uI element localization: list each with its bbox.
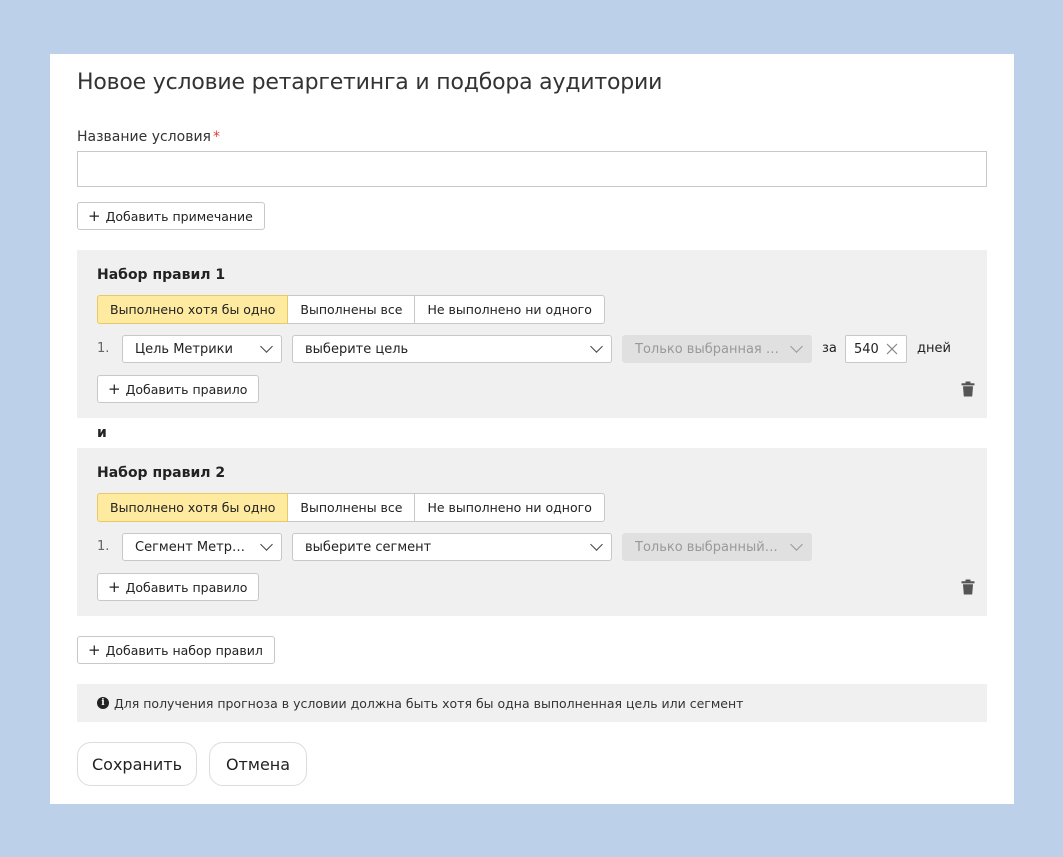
- mode-all-button[interactable]: Выполнены все: [287, 493, 416, 522]
- ruleset-1: Набор правил 1 Выполнено хотя бы одно Вы…: [77, 250, 987, 418]
- dialog-title: Новое условие ретаргетинга и подбора ауд…: [77, 70, 663, 95]
- plus-icon: +: [108, 379, 121, 398]
- ruleset-mode-switch: Выполнено хотя бы одно Выполнены все Не …: [97, 493, 605, 522]
- info-icon: i: [97, 697, 109, 709]
- add-ruleset-button[interactable]: + Добавить набор правил: [77, 636, 275, 664]
- chevron-down-icon: [590, 538, 603, 551]
- info-text: Для получения прогноза в условии должна …: [114, 695, 744, 711]
- condition-name-input[interactable]: [77, 151, 987, 187]
- chevron-down-icon: [790, 340, 803, 353]
- ruleset-mode-switch: Выполнено хотя бы одно Выполнены все Не …: [97, 295, 605, 324]
- add-rule-button[interactable]: + Добавить правило: [97, 573, 260, 601]
- add-note-button[interactable]: + Добавить примечание: [77, 202, 265, 230]
- ruleset-title: Набор правил 1: [97, 267, 226, 283]
- rule-type-select[interactable]: Сегмент Метрики: [122, 533, 282, 561]
- rule-row: 1. Цель Метрики выберите цель Только выб…: [97, 335, 967, 363]
- required-mark: *: [212, 129, 220, 145]
- mode-none-button[interactable]: Не выполнено ни одного: [414, 493, 605, 522]
- retargeting-dialog: Новое условие ретаргетинга и подбора ауд…: [50, 54, 1014, 804]
- ruleset-title: Набор правил 2: [97, 465, 226, 481]
- trash-icon[interactable]: [961, 381, 975, 397]
- goal-scope-select: Только выбранная цель: [622, 335, 812, 363]
- mode-all-button[interactable]: Выполнены все: [287, 295, 416, 324]
- cancel-button[interactable]: Отмена: [209, 742, 307, 786]
- condition-name-label: Название условия *: [77, 129, 220, 145]
- rule-row: 1. Сегмент Метрики выберите сегмент Толь…: [97, 533, 967, 561]
- mode-any-button[interactable]: Выполнено хотя бы одно: [97, 493, 289, 522]
- forecast-info-box: i Для получения прогноза в условии должн…: [77, 684, 987, 722]
- rule-number: 1.: [97, 539, 110, 554]
- chevron-down-icon: [260, 340, 273, 353]
- and-connector: и: [97, 425, 107, 441]
- save-button[interactable]: Сохранить: [77, 742, 197, 786]
- plus-icon: +: [108, 577, 121, 596]
- chevron-down-icon: [790, 538, 803, 551]
- rule-number: 1.: [97, 341, 110, 356]
- period-suffix: дней: [917, 341, 951, 356]
- add-rule-button[interactable]: + Добавить правило: [97, 375, 260, 403]
- rule-type-select[interactable]: Цель Метрики: [122, 335, 282, 363]
- mode-none-button[interactable]: Не выполнено ни одного: [414, 295, 605, 324]
- segment-scope-select: Только выбранный сег...: [622, 533, 812, 561]
- ruleset-2: Набор правил 2 Выполнено хотя бы одно Вы…: [77, 448, 987, 616]
- goal-select[interactable]: выберите цель: [292, 335, 612, 363]
- segment-select[interactable]: выберите сегмент: [292, 533, 612, 561]
- chevron-down-icon: [260, 538, 273, 551]
- close-icon[interactable]: [886, 343, 898, 355]
- period-prefix: за: [822, 341, 837, 356]
- plus-icon: +: [88, 206, 101, 225]
- period-days-input[interactable]: 540: [845, 335, 907, 363]
- plus-icon: +: [88, 640, 101, 659]
- chevron-down-icon: [590, 340, 603, 353]
- mode-any-button[interactable]: Выполнено хотя бы одно: [97, 295, 289, 324]
- trash-icon[interactable]: [961, 579, 975, 595]
